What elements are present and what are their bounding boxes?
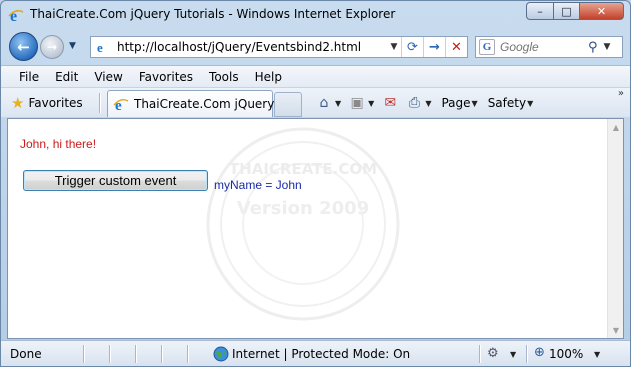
zoom-level[interactable]: 100% [549, 347, 583, 361]
print-icon[interactable]: ⎙ [404, 94, 424, 112]
status-divider [526, 345, 528, 363]
status-text: Done [10, 347, 42, 361]
favorites-label: Favorites [28, 96, 83, 110]
window-controls: – □ ✕ [526, 2, 624, 20]
scroll-down-icon[interactable]: ▼ [608, 322, 623, 338]
status-divider [109, 345, 111, 363]
svg-text:Version 2009: Version 2009 [237, 198, 369, 219]
navigation-bar: ← → ▼ e http://localhost/jQuery/Eventsbi… [1, 30, 630, 64]
back-button[interactable]: ← [9, 32, 38, 61]
feed-dropdown-icon[interactable]: ▼ [368, 99, 374, 108]
tab-label: ThaiCreate.Com jQuery ... [134, 97, 290, 111]
address-input[interactable]: http://localhost/jQuery/Eventsbind2.html [117, 40, 387, 54]
mail-icon[interactable]: ✉ [380, 94, 400, 112]
minimize-button[interactable]: – [526, 2, 553, 20]
google-provider-icon[interactable]: G [479, 39, 495, 55]
search-icon[interactable]: ⚲ [588, 40, 598, 55]
history-dropdown-icon[interactable]: ▼ [69, 41, 76, 51]
svg-text:THAICREATE.COM: THAICREATE.COM [229, 160, 377, 178]
security-zone-label[interactable]: Internet | Protected Mode: On [232, 347, 410, 361]
menu-file[interactable]: File [11, 70, 47, 84]
search-input[interactable] [500, 40, 586, 54]
command-tools: ⌂ ▼ ▣ ▼ ✉ ⎙ ▼ Page ▼ Safety ▼ [314, 93, 539, 113]
menu-help[interactable]: Help [247, 70, 290, 84]
search-dropdown-icon[interactable]: ▼ [604, 42, 611, 52]
status-divider [187, 345, 189, 363]
page-dropdown-icon[interactable]: ▼ [472, 99, 478, 108]
status-bar: Done Internet | Protected Mode: On ⚙ ▼ ⊕… [1, 340, 630, 366]
favorites-button[interactable]: ★ Favorites [11, 94, 83, 112]
close-button[interactable]: ✕ [580, 2, 624, 20]
menu-edit[interactable]: Edit [47, 70, 86, 84]
stop-icon[interactable]: ✕ [445, 37, 467, 57]
page-icon: e [95, 39, 111, 55]
chevron-more-icon[interactable]: » [618, 88, 624, 99]
event-output-text: myName = John [214, 178, 302, 192]
window-title: ThaiCreate.Com jQuery Tutorials - Window… [30, 7, 396, 21]
safety-menu[interactable]: Safety [488, 96, 526, 110]
address-dropdown-icon[interactable]: ▼ [387, 42, 401, 52]
zoom-icon[interactable]: ⊕ [534, 345, 545, 360]
watermark-seal: THAICREATE.COM Version 2009 [206, 127, 400, 321]
svg-text:e: e [97, 40, 103, 54]
browser-window: e ThaiCreate.Com jQuery Tutorials - Wind… [0, 0, 631, 367]
page-content: THAICREATE.COM Version 2009 John, hi the… [7, 118, 624, 339]
home-icon[interactable]: ⌂ [314, 94, 334, 112]
go-icon[interactable]: → [423, 37, 445, 57]
page-menu[interactable]: Page [441, 96, 470, 110]
menu-tools[interactable]: Tools [201, 70, 247, 84]
status-divider [83, 345, 85, 363]
search-box[interactable]: G ⚲ ▼ [475, 36, 623, 58]
menu-view[interactable]: View [86, 70, 130, 84]
command-bar: ★ Favorites e ThaiCreate.Com jQuery ... … [1, 87, 630, 117]
scroll-up-icon[interactable]: ▲ [608, 119, 623, 135]
vertical-scrollbar[interactable]: ▲ ▼ [607, 119, 623, 338]
internet-globe-icon [213, 346, 229, 362]
maximize-button[interactable]: □ [553, 2, 580, 20]
rss-feed-icon[interactable]: ▣ [347, 94, 367, 112]
title-bar: e ThaiCreate.Com jQuery Tutorials - Wind… [1, 1, 630, 29]
tab-ie-icon: e [113, 96, 129, 114]
star-icon: ★ [11, 94, 25, 112]
menu-bar: File Edit View Favorites Tools Help [1, 65, 630, 87]
protected-dropdown-icon[interactable]: ▼ [510, 350, 516, 359]
forward-button[interactable]: → [40, 35, 64, 59]
trigger-custom-event-button[interactable]: Trigger custom event [23, 170, 208, 191]
status-divider [479, 345, 481, 363]
tab-active[interactable]: e ThaiCreate.Com jQuery ... [107, 90, 290, 117]
compatibility-refresh-icon[interactable]: ⟳ [401, 37, 423, 57]
protected-mode-icon[interactable]: ⚙ [487, 346, 499, 361]
menu-favorites[interactable]: Favorites [131, 70, 201, 84]
new-tab-button[interactable] [274, 92, 302, 117]
ie-logo-icon: e [8, 7, 24, 25]
print-dropdown-icon[interactable]: ▼ [425, 99, 431, 108]
safety-dropdown-icon[interactable]: ▼ [527, 99, 533, 108]
status-divider [135, 345, 137, 363]
toolbar-divider [99, 93, 101, 113]
zoom-dropdown-icon[interactable]: ▼ [594, 350, 600, 359]
address-bar[interactable]: e http://localhost/jQuery/Eventsbind2.ht… [90, 36, 468, 58]
status-divider [161, 345, 163, 363]
home-dropdown-icon[interactable]: ▼ [335, 99, 341, 108]
greeting-message: John, hi there! [20, 137, 97, 151]
